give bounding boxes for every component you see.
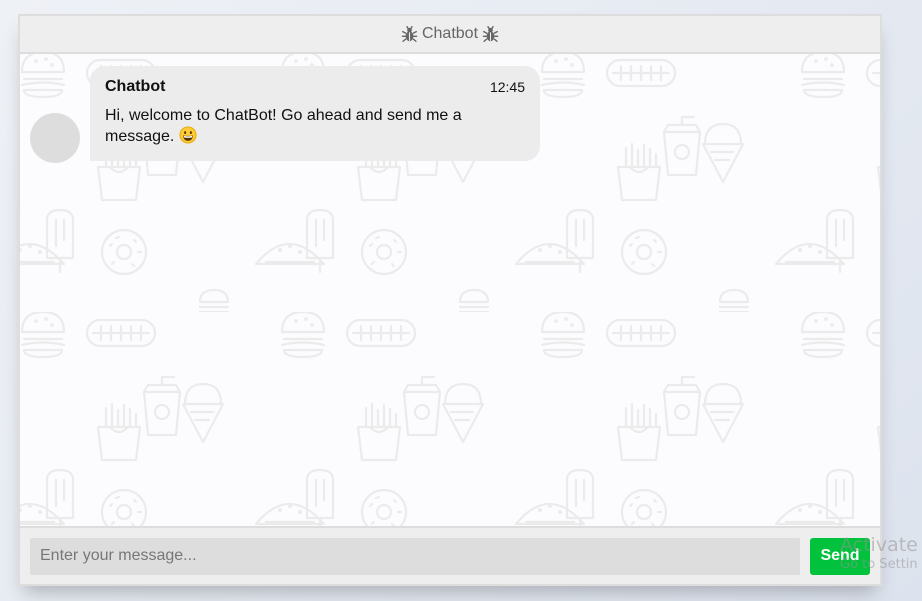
message-sender: Chatbot [105,78,166,95]
chat-messages-area[interactable]: Chatbot 12:45 Hi, welcome to ChatBot! Go… [20,54,880,526]
message-bubble: Chatbot 12:45 Hi, welcome to ChatBot! Go… [90,66,540,161]
watermark-line-1: Activate W [840,534,922,556]
chat-title: Chatbot [421,25,479,42]
message-input-area: Send [20,526,880,584]
message-text: Hi, welcome to ChatBot! Go ahead and sen… [105,107,462,145]
avatar [30,113,80,163]
message-info: Chatbot 12:45 [105,78,525,96]
activate-windows-watermark: Activate W Go to Settin [840,534,922,572]
chatbot-message-row: Chatbot 12:45 Hi, welcome to ChatBot! Go… [30,66,540,163]
grinning-face-icon [179,126,197,144]
watermark-line-2: Go to Settin [840,557,918,572]
message-text-container: Hi, welcome to ChatBot! Go ahead and sen… [105,105,525,147]
message-time: 12:45 [489,79,525,95]
message-input[interactable] [30,537,800,575]
bug-icon [401,25,418,43]
chat-window: Chatbot Chatbot 12:45 Hi, welcome to Cha… [18,14,882,586]
chat-header: Chatbot [20,16,880,54]
bug-icon [482,25,499,43]
